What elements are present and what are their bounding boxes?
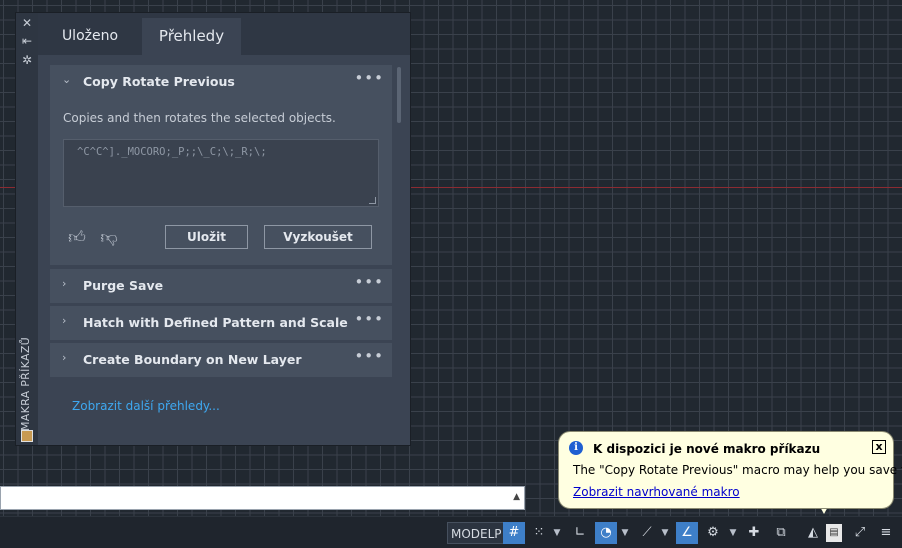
macro-card[interactable]: › Create Boundary on New Layer ••• [50,343,392,377]
palette-side-title: MAKRA PŘÍKAZŮ [19,337,32,431]
more-options-icon[interactable]: ••• [354,273,384,291]
close-icon[interactable]: ✕ [20,16,34,30]
chevron-right-icon[interactable]: › [62,278,72,289]
command-line-input[interactable]: ▲ [0,486,525,510]
macro-card-header[interactable]: ⌄ Copy Rotate Previous ••• [50,65,392,99]
chevron-down-icon[interactable]: ▼ [728,522,738,544]
macro-card[interactable]: › Purge Save ••• [50,269,392,303]
menu-icon[interactable]: ≡ [875,522,897,544]
chevron-right-icon[interactable]: › [62,352,72,363]
snap-icon[interactable]: ⁙ [528,522,550,544]
balloon-message: The "Copy Rotate Previous" macro may hel… [573,463,902,477]
thumbs-up-icon[interactable]: 👍︎ [66,227,88,249]
palette-scrollbar[interactable] [397,67,401,123]
ortho-icon[interactable]: ∟ [569,522,591,544]
macro-card-title: Create Boundary on New Layer [83,352,302,367]
chevron-up-icon[interactable]: ▲ [513,492,520,502]
macro-card-title: Purge Save [83,278,164,293]
macro-notification-balloon: i K dispozici je nové makro příkazu x Th… [558,431,902,509]
auto-hide-icon[interactable]: ⇤ [20,34,34,48]
macro-text-field[interactable]: ^C^C^]._MOCORO;_P;;\_C;\;_R;\; [63,139,379,207]
command-macro-icon[interactable]: ▤ [826,524,842,542]
balloon-title: K dispozici je nové makro příkazu [593,442,821,456]
object-snap-tracking-icon[interactable]: ∠ [676,522,698,544]
save-button[interactable]: Uložit [165,225,248,249]
status-bar: MODELP # ⁙ ▼ ∟ ◔ ▼ ⟋ ▼ ∠ ⚙ ▼ ✚ ⧉ ◭ ▤ ⤢ ≡ [0,516,902,548]
tab-saved[interactable]: Uloženo [38,18,142,55]
palette-tabs: Uloženo Přehledy [38,13,410,55]
settings-icon[interactable]: ✲ [20,53,34,67]
command-macros-palette: ✕ ⇤ ✲ MAKRA PŘÍKAZŮ Uloženo Přehledy ⌄ C… [15,12,411,446]
annotation-scale-icon[interactable]: ◭ [802,522,824,544]
model-space-button[interactable]: MODELP [447,522,506,544]
palette-flag-icon [21,430,33,442]
chevron-down-icon[interactable]: ⌄ [62,74,72,85]
fullscreen-icon[interactable]: ⤢ [849,522,871,544]
macro-description: Copies and then rotates the selected obj… [63,111,336,125]
macro-card-expanded: ⌄ Copy Rotate Previous ••• Copies and th… [50,65,392,265]
thumbs-down-icon[interactable]: 👎︎ [98,227,120,249]
settings-icon[interactable]: ⚙ [702,522,724,544]
macro-text: ^C^C^]._MOCORO;_P;;\_C;\;_R;\; [77,146,267,158]
isometric-icon[interactable]: ⟋ [636,522,658,544]
chevron-down-icon[interactable]: ▼ [552,522,562,544]
show-more-overviews-link[interactable]: Zobrazit další přehledy... [72,399,220,413]
chevron-down-icon[interactable]: ▼ [620,522,630,544]
chevron-down-icon[interactable]: ▼ [660,522,670,544]
plus-icon[interactable]: ✚ [743,522,765,544]
macro-card-title: Hatch with Defined Pattern and Scale [83,315,348,330]
more-options-icon[interactable]: ••• [354,347,384,365]
more-options-icon[interactable]: ••• [354,69,384,87]
grid-icon[interactable]: # [503,522,525,544]
try-button[interactable]: Vyzkoušet [264,225,372,249]
chevron-right-icon[interactable]: › [62,315,72,326]
more-options-icon[interactable]: ••• [354,310,384,328]
palette-title-strip[interactable]: ✕ ⇤ ✲ MAKRA PŘÍKAZŮ [16,13,38,445]
macro-card[interactable]: › Hatch with Defined Pattern and Scale •… [50,306,392,340]
polar-tracking-icon[interactable]: ◔ [595,522,617,544]
info-icon: i [569,441,583,455]
view-suggested-macro-link[interactable]: Zobrazit navrhované makro [573,485,740,499]
macro-card-title: Copy Rotate Previous [83,74,235,89]
close-button[interactable]: x [872,440,886,454]
resize-handle-icon[interactable] [369,197,376,204]
tab-overview[interactable]: Přehledy [142,18,241,55]
shapes-icon[interactable]: ⧉ [770,522,792,544]
